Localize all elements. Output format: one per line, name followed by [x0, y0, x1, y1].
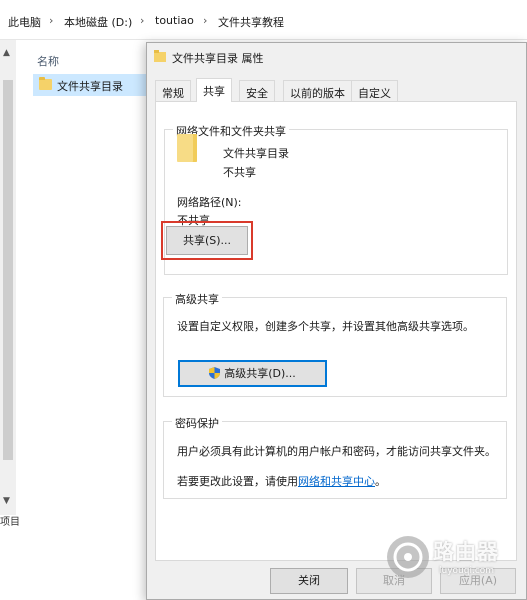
advanced-sharing-button-label: 高级共享(D)...	[224, 367, 296, 380]
password-protection-description: 用户必须具有此计算机的用户帐户和密码，才能访问共享文件夹。	[177, 445, 496, 458]
password-protection-change-text: 若要更改此设置，请使用网络和共享中心。	[177, 473, 386, 489]
chevron-right-icon: ›	[203, 14, 208, 27]
share-button[interactable]: 共享(S)...	[166, 226, 248, 255]
navigation-scrollbar[interactable]: ▲ ▼	[0, 40, 16, 515]
breadcrumb-drive-d[interactable]: 本地磁盘 (D:)	[64, 14, 132, 30]
column-header-name[interactable]: 名称	[37, 53, 59, 69]
tab-previous-versions[interactable]: 以前的版本	[283, 80, 352, 101]
cancel-button[interactable]: 取消	[356, 568, 432, 594]
folder-icon	[154, 50, 166, 62]
tab-security[interactable]: 安全	[239, 80, 275, 101]
advanced-sharing-button[interactable]: 高级共享(D)...	[178, 360, 327, 387]
chevron-right-icon: ›	[140, 14, 145, 27]
network-path-label: 网络路径(N):	[177, 196, 242, 209]
chevron-right-icon: ›	[49, 14, 54, 27]
advanced-sharing-description: 设置自定义权限，创建多个共享，并设置其他高级共享选项。	[177, 320, 474, 333]
status-bar-text: 项目	[0, 517, 20, 528]
tab-customize[interactable]: 自定义	[351, 80, 398, 101]
breadcrumb-toutiao[interactable]: toutiao	[155, 14, 194, 27]
scrollbar-thumb[interactable]	[3, 80, 13, 460]
breadcrumb-this-pc[interactable]: 此电脑	[8, 14, 41, 30]
tab-sharing[interactable]: 共享	[196, 78, 232, 102]
folder-icon	[39, 77, 52, 90]
change-suffix: 。	[375, 475, 386, 488]
address-bar[interactable]: 此电脑 › 本地磁盘 (D:) › toutiao › 文件共享教程	[0, 0, 527, 40]
shared-folder-name: 文件共享目录	[223, 147, 289, 160]
breadcrumb-tutorial[interactable]: 文件共享教程	[218, 14, 284, 30]
change-prefix: 若要更改此设置，请使用	[177, 475, 298, 488]
scroll-up-icon[interactable]: ▲	[3, 48, 10, 58]
folder-icon	[177, 134, 197, 162]
dialog-title: 文件共享目录 属性	[172, 52, 264, 65]
tab-general[interactable]: 常规	[155, 80, 191, 101]
close-button[interactable]: 关闭	[270, 568, 348, 594]
file-list-item-label: 文件共享目录	[57, 80, 123, 93]
properties-dialog: 文件共享目录 属性 常规 共享 安全 以前的版本 自定义 网络文件和文件夹共享 …	[146, 42, 527, 600]
group-title-password-protection: 密码保护	[172, 415, 222, 431]
apply-button[interactable]: 应用(A)	[440, 568, 516, 594]
network-sharing-center-link[interactable]: 网络和共享中心	[298, 475, 375, 488]
group-title-advanced-sharing: 高级共享	[172, 291, 222, 307]
uac-shield-icon	[209, 367, 221, 379]
shared-folder-status: 不共享	[223, 166, 256, 179]
scroll-down-icon[interactable]: ▼	[3, 496, 10, 506]
file-list-item[interactable]: 文件共享目录	[33, 74, 148, 96]
